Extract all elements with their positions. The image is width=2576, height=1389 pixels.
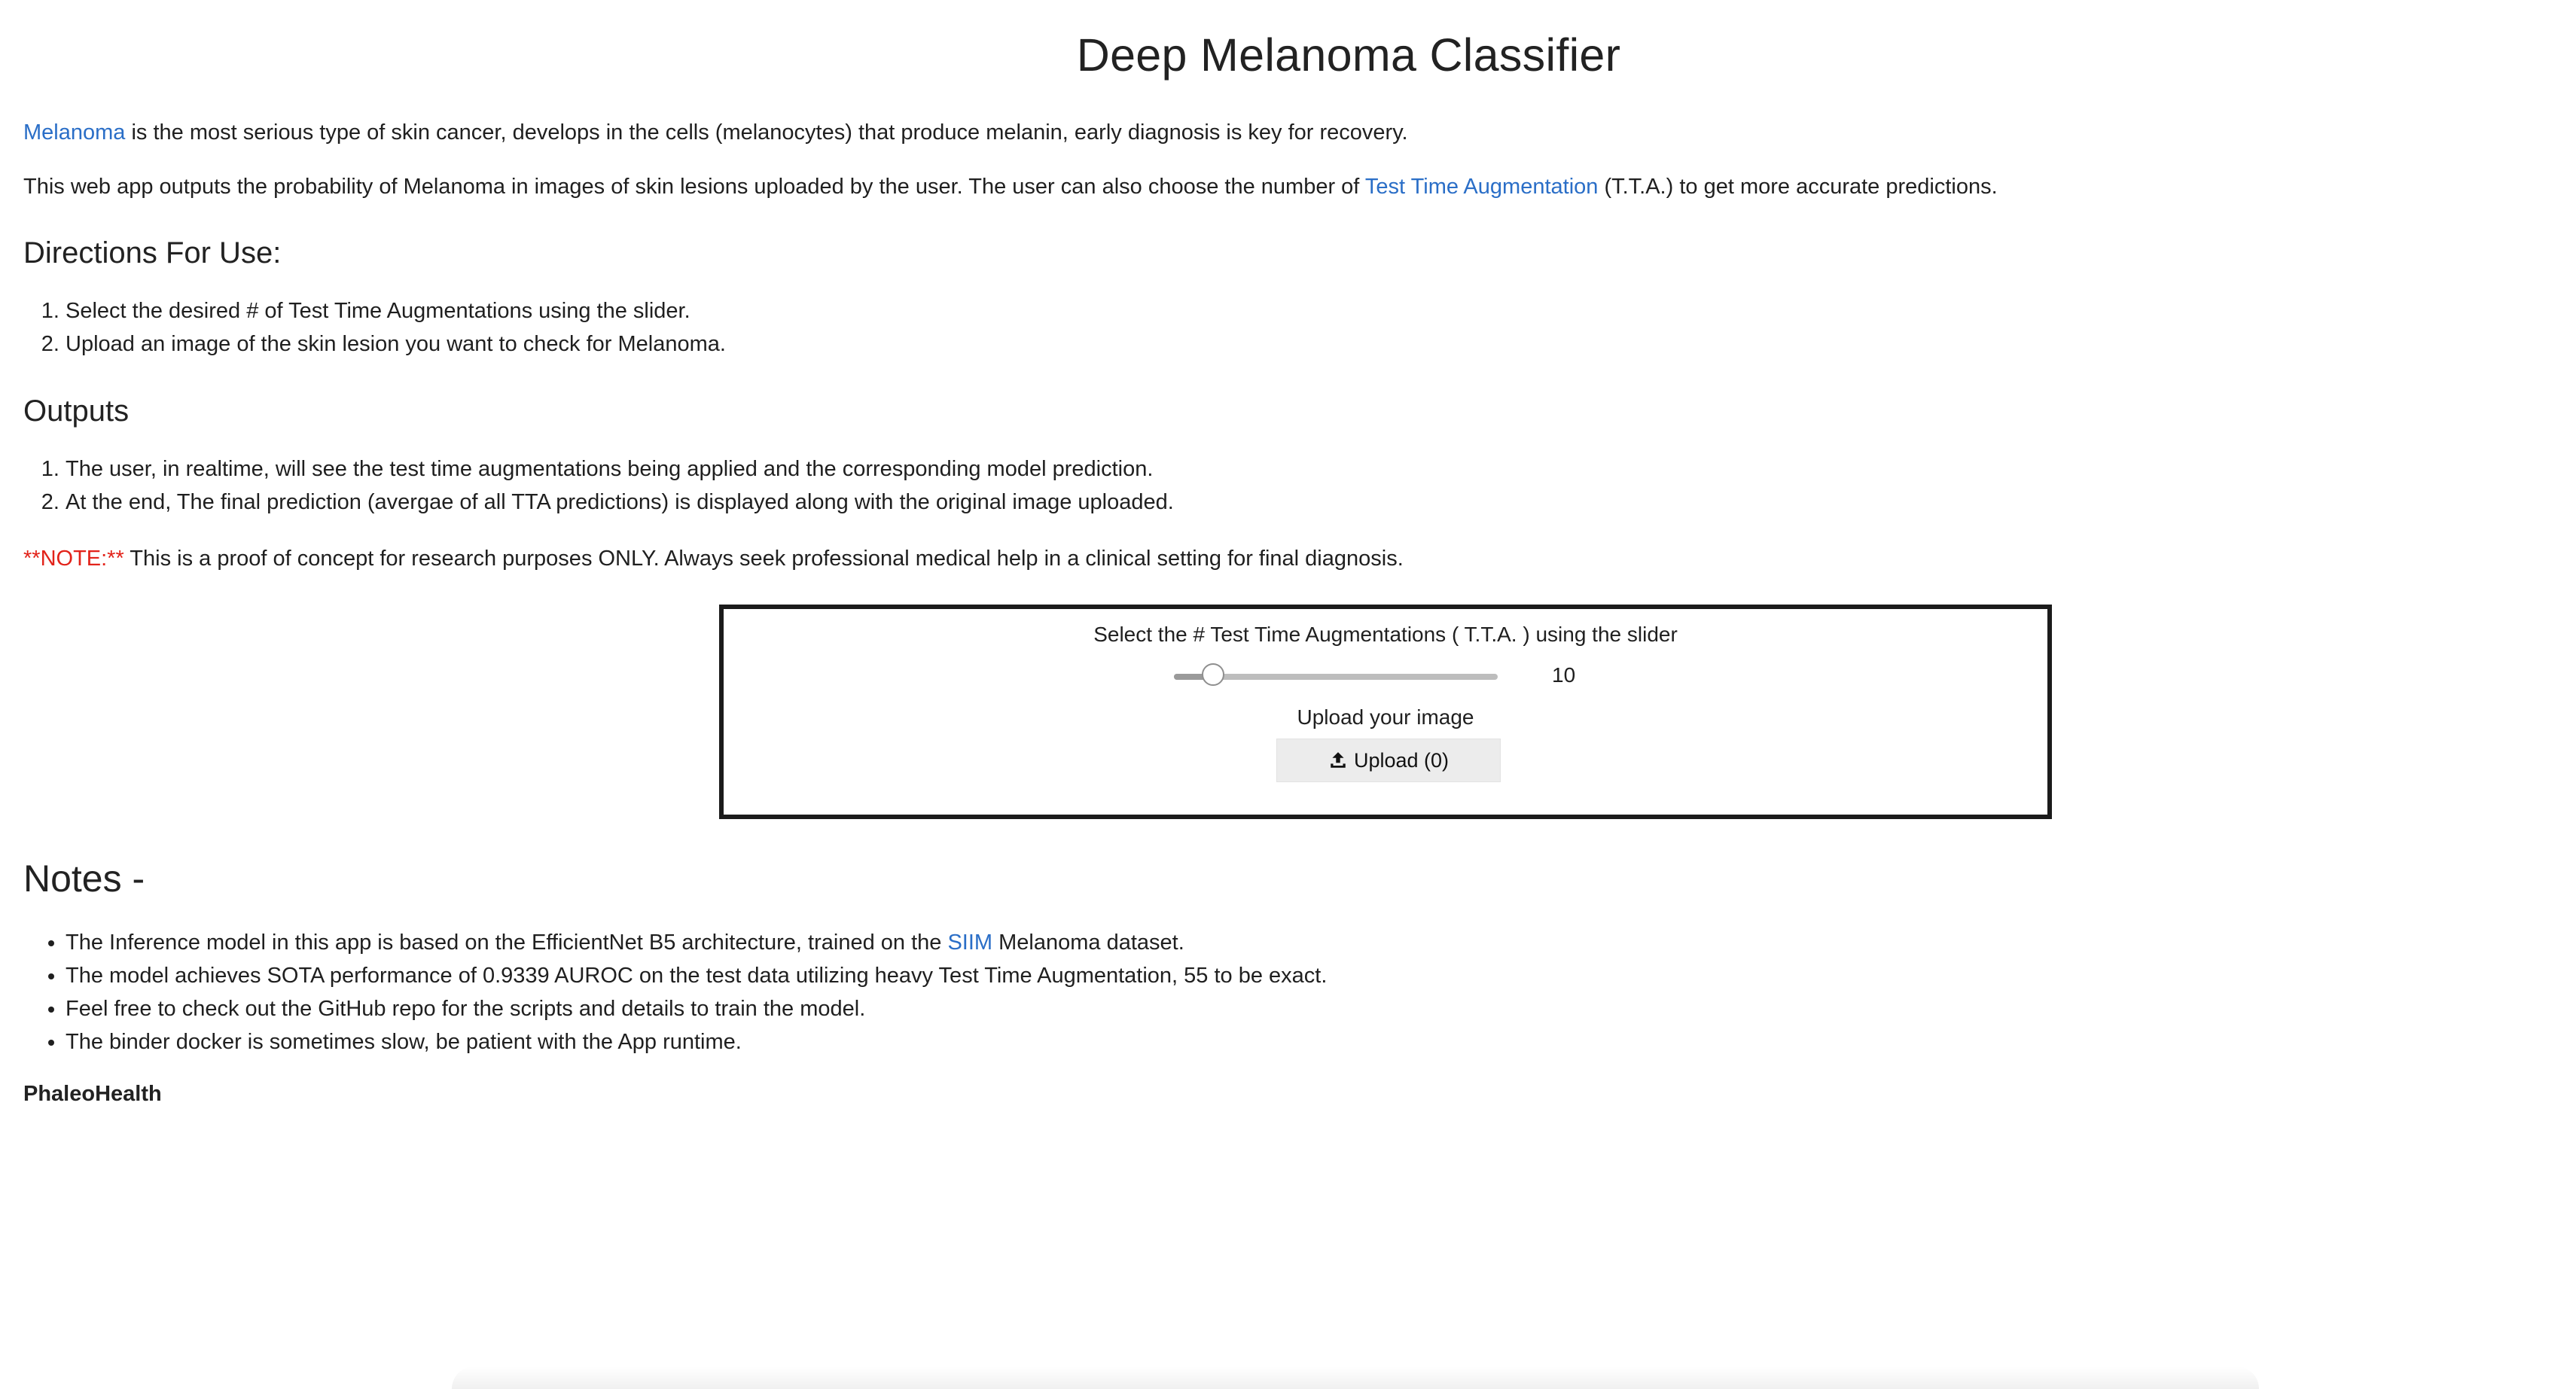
note-paragraph: **NOTE:** This is a proof of concept for… [23, 545, 1404, 572]
intro-text: is the most serious type of skin cancer,… [125, 120, 1408, 145]
melanoma-link[interactable]: Melanoma [23, 120, 125, 145]
list-item: Feel free to check out the GitHub repo f… [66, 992, 1327, 1025]
list-item: Select the desired # of Test Time Augmen… [66, 294, 726, 327]
footer-brand: PhaleoHealth [23, 1082, 162, 1106]
directions-heading: Directions For Use: [23, 236, 282, 270]
notes-item1-after: Melanoma dataset. [992, 931, 1184, 955]
description-text-before: This web app outputs the probability of … [23, 175, 1365, 199]
note-tag: **NOTE:** [23, 547, 124, 571]
bottom-shadow [452, 1366, 2259, 1389]
notes-item1-before: The Inference model in this app is based… [66, 931, 948, 955]
outputs-list: The user, in realtime, will see the test… [23, 452, 1174, 519]
slider-thumb[interactable] [1201, 663, 1224, 686]
list-item: The model achieves SOTA performance of 0… [66, 959, 1327, 992]
list-item: The user, in realtime, will see the test… [66, 452, 1174, 486]
description-paragraph: This web app outputs the probability of … [23, 173, 1998, 200]
notes-list: The Inference model in this app is based… [23, 926, 1327, 1059]
slider-value: 10 [1552, 663, 1576, 687]
upload-button[interactable]: Upload (0) [1276, 739, 1501, 782]
list-item: The Inference model in this app is based… [66, 926, 1327, 959]
description-text-after: (T.T.A.) to get more accurate prediction… [1598, 175, 1998, 199]
tta-slider[interactable] [1174, 663, 1498, 686]
list-item: Upload an image of the skin lesion you w… [66, 327, 726, 361]
list-item: The binder docker is sometimes slow, be … [66, 1025, 1327, 1059]
outputs-heading: Outputs [23, 394, 130, 428]
note-text: This is a proof of concept for research … [123, 547, 1404, 571]
directions-list: Select the desired # of Test Time Augmen… [23, 294, 726, 361]
tta-link[interactable]: Test Time Augmentation [1365, 175, 1599, 199]
siim-link[interactable]: SIIM [947, 931, 992, 955]
upload-button-label: Upload (0) [1353, 748, 1450, 772]
page-title: Deep Melanoma Classifier [1076, 29, 1621, 81]
upload-caption: Upload your image [1297, 705, 1474, 729]
slider-caption: Select the # Test Time Augmentations ( T… [1093, 623, 1678, 646]
list-item: At the end, The final prediction (averga… [66, 486, 1174, 519]
intro-paragraph: Melanoma is the most serious type of ski… [23, 119, 1408, 146]
notes-heading: Notes - [23, 857, 145, 900]
controls-box: Select the # Test Time Augmentations ( T… [719, 605, 2052, 819]
upload-icon [1331, 752, 1346, 768]
